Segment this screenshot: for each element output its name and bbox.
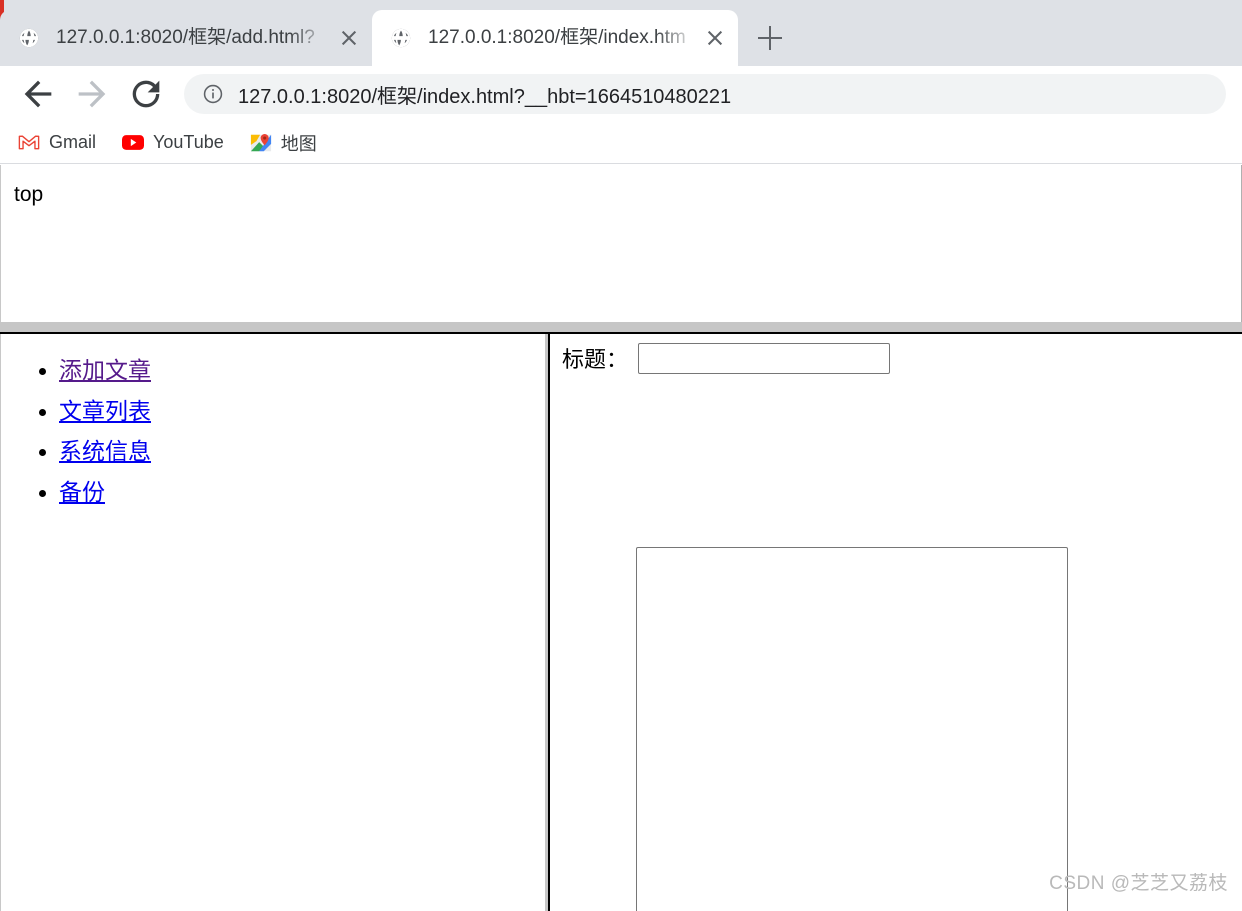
tab-title: 127.0.0.1:8020/框架/index.htm xyxy=(428,27,686,48)
tab-index-html[interactable]: 127.0.0.1:8020/框架/index.htm xyxy=(372,10,738,66)
back-arrow-icon[interactable] xyxy=(18,74,58,114)
top-frame-text: top xyxy=(14,183,44,206)
bookmark-label: 地图 xyxy=(280,133,317,154)
close-icon[interactable] xyxy=(336,25,362,51)
bookmarks-bar: Gmail YouTube 地图 xyxy=(0,122,1242,164)
frame-splitter-horizontal[interactable] xyxy=(0,322,1242,334)
google-maps-icon xyxy=(250,132,272,154)
forward-arrow-icon xyxy=(72,74,112,114)
title-input[interactable] xyxy=(638,343,891,374)
new-tab-button[interactable] xyxy=(750,18,790,58)
frame-splitter-vertical[interactable] xyxy=(545,334,550,911)
address-bar[interactable]: 127.0.0.1:8020/框架/index.html?__hbt=16645… xyxy=(184,74,1226,114)
tab-strip: 127.0.0.1:8020/框架/add.html? 127.0.0.1:80… xyxy=(0,0,1242,66)
globe-icon xyxy=(18,27,40,49)
tab-add-html[interactable]: 127.0.0.1:8020/框架/add.html? xyxy=(0,10,372,66)
title-row: 标题： xyxy=(552,343,1242,377)
bookmark-maps[interactable]: 地图 xyxy=(250,130,317,156)
bookmark-label: Gmail xyxy=(49,132,97,152)
youtube-icon xyxy=(122,132,145,154)
frame-left-menu: 添加文章 文章列表 系统信息 备份 xyxy=(0,334,545,911)
bookmark-youtube[interactable]: YouTube xyxy=(122,132,224,154)
frame-border-left xyxy=(0,165,1,322)
globe-icon xyxy=(390,27,412,49)
reload-icon[interactable] xyxy=(126,74,166,114)
navigation-toolbar: 127.0.0.1:8020/框架/index.html?__hbt=16645… xyxy=(0,66,1242,122)
close-icon[interactable] xyxy=(702,25,728,51)
info-circle-icon[interactable] xyxy=(202,83,224,105)
list-item: 系统信息 xyxy=(59,437,545,469)
list-item: 备份 xyxy=(59,478,545,510)
bookmark-gmail[interactable]: Gmail xyxy=(18,132,96,154)
tab-title: 127.0.0.1:8020/框架/add.html? xyxy=(56,27,315,48)
content-textarea[interactable] xyxy=(636,547,1068,911)
frame-top: top xyxy=(0,165,1242,322)
list-item: 添加文章 xyxy=(59,356,545,388)
menu-list: 添加文章 文章列表 系统信息 备份 xyxy=(1,356,545,510)
title-label: 标题： xyxy=(562,347,629,372)
address-bar-url: 127.0.0.1:8020/框架/index.html?__hbt=16645… xyxy=(238,85,732,108)
browser-window: 127.0.0.1:8020/框架/add.html? 127.0.0.1:80… xyxy=(0,0,1242,911)
link-backup[interactable]: 备份 xyxy=(59,479,105,505)
link-system-info[interactable]: 系统信息 xyxy=(59,438,151,464)
link-add-article[interactable]: 添加文章 xyxy=(59,357,151,383)
page-viewport: top 添加文章 文章列表 系统信息 备份 xyxy=(0,165,1242,911)
gmail-icon xyxy=(18,132,40,154)
article-form: 标题： 内容： 提交 xyxy=(552,334,1242,911)
frame-right-form: 标题： 内容： 提交 xyxy=(552,334,1242,911)
watermark: CSDN @芝芝又荔枝 xyxy=(1049,873,1228,894)
list-item: 文章列表 xyxy=(59,397,545,429)
link-article-list[interactable]: 文章列表 xyxy=(59,398,151,424)
bookmark-label: YouTube xyxy=(153,132,224,152)
